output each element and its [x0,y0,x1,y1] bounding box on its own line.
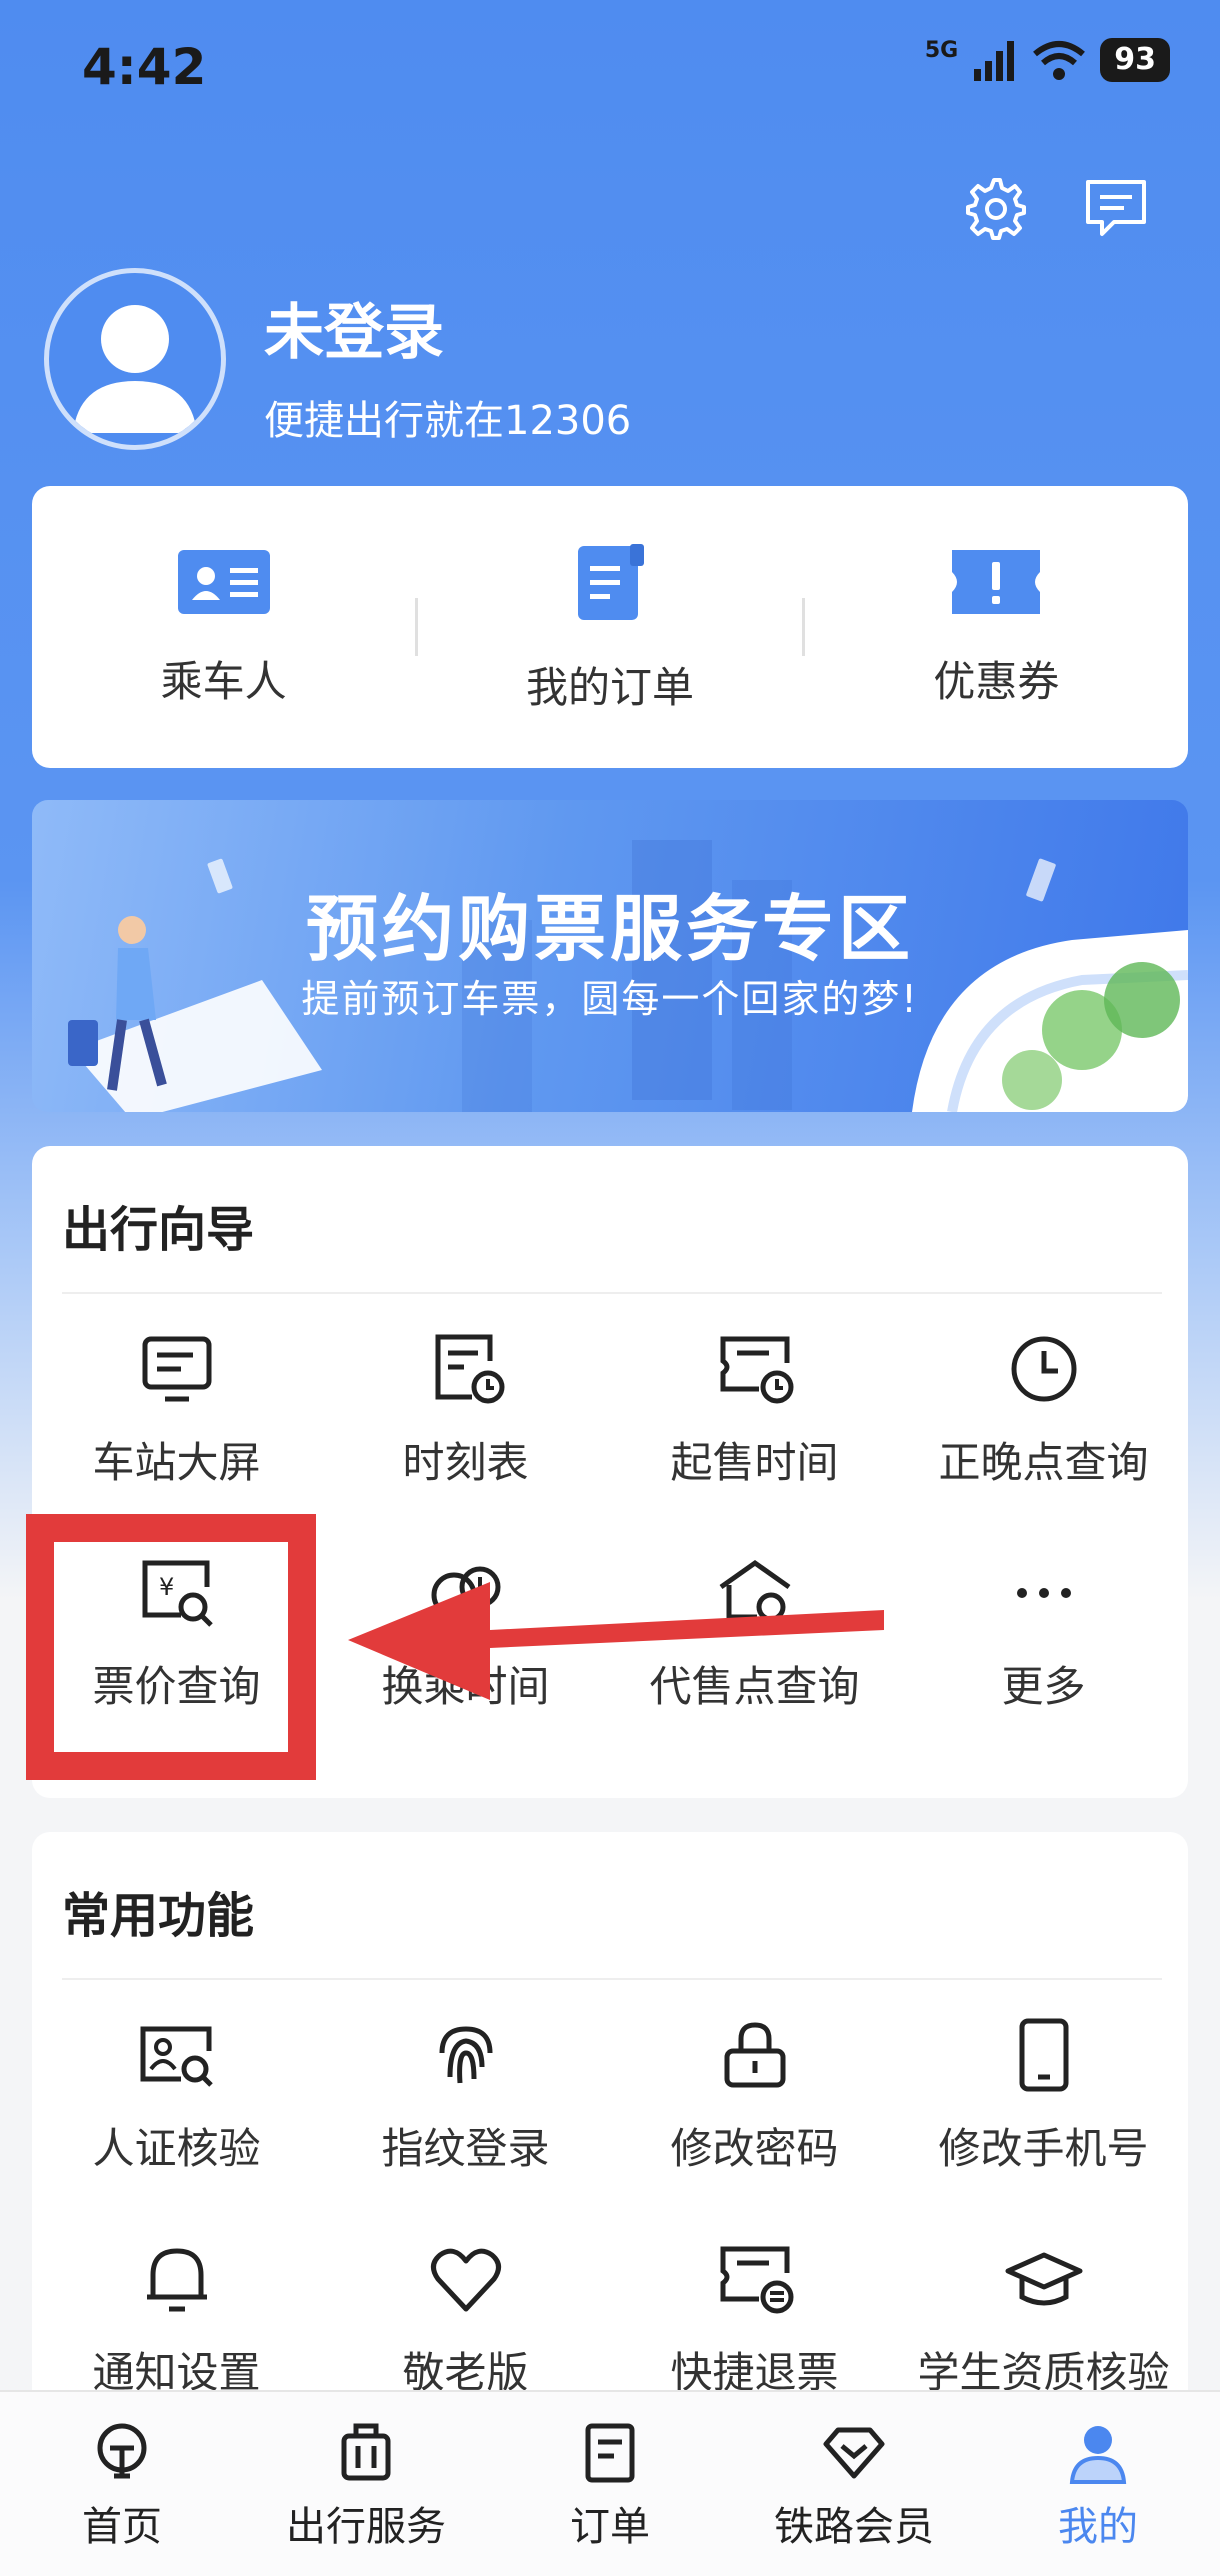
nav-mine[interactable]: 我的 [976,2392,1220,2576]
nav-railway-member-label: 铁路会员 [774,2504,934,2550]
network-label: 5G [924,38,959,63]
fingerprint-icon [439,2025,492,2083]
guide-more-label: 更多 [1001,1661,1086,1711]
ticket-clock-icon [720,1336,793,1403]
guide-sale-time-label: 起售时间 [670,1437,839,1487]
section-title: 出行向导 [62,1202,255,1258]
guide-sale-time[interactable]: 起售时间 [610,1296,899,1520]
id-card-icon [177,549,270,614]
clock-icon [1011,1336,1076,1401]
quick-my-orders[interactable]: 我的订单 [418,540,801,715]
guide-outlet-query[interactable]: 代售点查询 [610,1520,899,1744]
banner-subtitle: 提前预订车票，圆每一个回家的梦! [301,977,919,1021]
screen-icon [142,1336,211,1401]
quick-actions-card: 乘车人 我的订单 优惠券 [32,486,1188,768]
highlight-box [26,1514,316,1780]
avatar[interactable] [44,268,226,450]
luggage-icon [341,2423,391,2481]
guide-delay-query-label: 正晚点查询 [938,1437,1149,1487]
order-icon [585,2423,635,2483]
train-home-icon [97,2423,147,2479]
quick-coupons-label: 优惠券 [933,656,1060,706]
phone-icon [1019,2018,1068,2091]
battery-indicator: 93 [1100,38,1170,82]
func-id-verify[interactable]: 人证核验 [32,1982,321,2206]
quick-passengers[interactable]: 乘车人 [32,546,415,709]
func-change-phone-label: 修改手机号 [938,2123,1149,2173]
nav-home-label: 首页 [82,2504,162,2550]
bottom-nav: 首页 出行服务 订单 铁路会员 我的 [0,2390,1220,2576]
gear-icon[interactable] [958,172,1030,244]
func-change-password[interactable]: 修改密码 [610,1982,899,2206]
lock-icon [724,2021,785,2087]
nav-orders-label: 订单 [570,2504,650,2550]
guide-transfer-time-label: 换乘时间 [381,1661,550,1711]
wifi-icon [1033,41,1086,80]
nav-railway-member[interactable]: 铁路会员 [732,2392,976,2576]
more-icon [1016,1587,1071,1598]
profile-subtitle: 便捷出行就在12306 [264,398,632,444]
timetable-icon [435,1334,504,1403]
bell-icon [146,2247,207,2311]
guide-outlet-query-label: 代售点查询 [649,1661,860,1711]
banner-title: 预约购票服务专区 [305,887,914,971]
user-icon [1069,2426,1127,2484]
heart-icon [430,2248,501,2311]
func-id-verify-label: 人证核验 [92,2123,261,2173]
guide-station-screen[interactable]: 车站大屏 [32,1296,321,1520]
quick-coupons[interactable]: 优惠券 [805,546,1188,709]
nav-travel-service-label: 出行服务 [286,2504,446,2550]
func-change-password-label: 修改密码 [670,2123,839,2173]
transfer-clock-icon [431,1566,500,1617]
func-change-phone[interactable]: 修改手机号 [899,1982,1188,2206]
refund-ticket-icon [720,2246,793,2313]
guide-transfer-time[interactable]: 换乘时间 [321,1520,610,1744]
outlet-search-icon [719,1559,791,1627]
nav-orders[interactable]: 订单 [488,2392,732,2576]
signal-icon [974,41,1015,81]
graduation-cap-icon [1005,2252,1082,2305]
guide-timetable-label: 时刻表 [402,1437,529,1487]
nav-travel-service[interactable]: 出行服务 [244,2392,488,2576]
order-doc-icon [577,543,644,620]
divider [62,1978,1162,1980]
func-fingerprint-login-label: 指纹登录 [381,2123,550,2173]
guide-more[interactable]: 更多 [899,1520,1188,1744]
section-title: 常用功能 [62,1888,255,1944]
guide-delay-query[interactable]: 正晚点查询 [899,1296,1188,1520]
nav-mine-label: 我的 [1058,2504,1138,2550]
guide-station-screen-label: 车站大屏 [92,1437,261,1487]
status-time: 4:42 [82,38,207,96]
status-icons: 5G 93 [925,38,1170,82]
nav-home[interactable]: 首页 [0,2392,244,2576]
login-status[interactable]: 未登录 [264,284,444,371]
common-functions-section: 常用功能 人证核验 指纹登录 修改密码 修改手机号 通知设置 敬老版 快捷退票 … [32,1832,1188,2452]
promo-banner[interactable]: 预约购票服务专区 提前预订车票，圆每一个回家的梦! [32,800,1188,1112]
quick-passengers-label: 乘车人 [160,656,287,706]
func-fingerprint-login[interactable]: 指纹登录 [321,1982,610,2206]
guide-timetable[interactable]: 时刻表 [321,1296,610,1520]
message-icon[interactable] [1080,172,1152,244]
divider [62,1292,1162,1294]
diamond-icon [823,2427,885,2479]
coupon-icon [952,549,1041,614]
quick-my-orders-label: 我的订单 [525,662,694,712]
avatar-person-icon [73,305,197,433]
id-verify-icon [140,2026,213,2087]
